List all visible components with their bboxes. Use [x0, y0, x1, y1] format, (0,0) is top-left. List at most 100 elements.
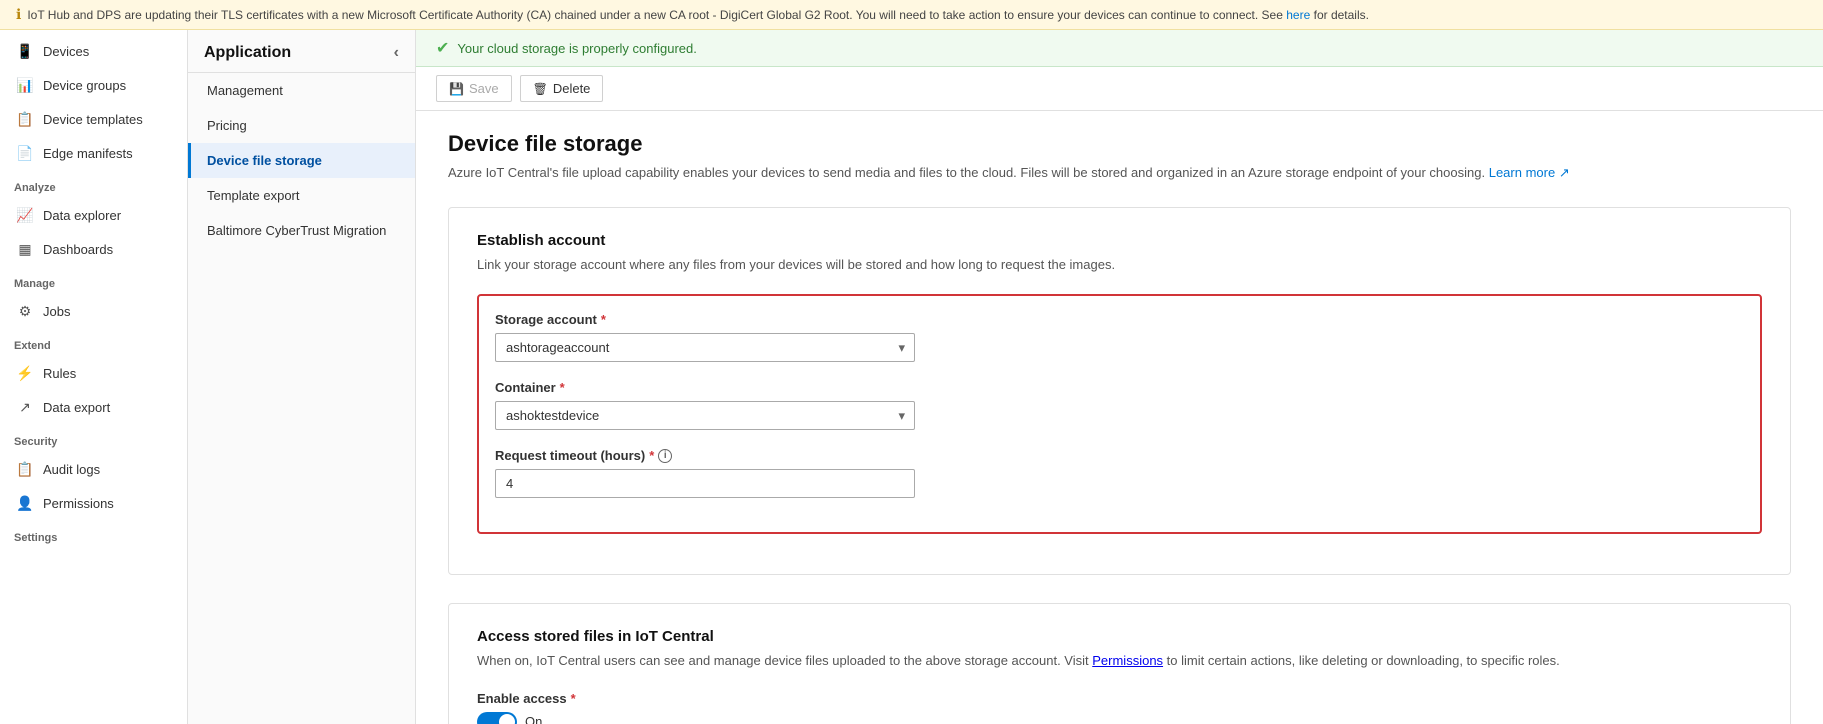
delete-button[interactable]: 🗑 Delete	[520, 75, 604, 102]
success-message: Your cloud storage is properly configure…	[457, 41, 696, 56]
storage-account-field: Storage account * ashtorageaccount	[495, 312, 1744, 362]
template-export-label: Template export	[207, 188, 300, 203]
container-required: *	[560, 380, 565, 395]
data-explorer-icon: 📈	[17, 207, 33, 223]
sidebar-label-permissions: Permissions	[43, 496, 114, 511]
device-file-storage-label: Device file storage	[207, 153, 322, 168]
container-select[interactable]: ashoktestdevice	[495, 401, 915, 430]
dashboards-icon: ▦	[17, 241, 33, 257]
storage-account-select-wrapper: ashtorageaccount	[495, 333, 915, 362]
permissions-icon: 👤	[17, 495, 33, 511]
device-templates-icon: 📋	[17, 111, 33, 127]
analyze-section-label: Analyze	[0, 170, 187, 198]
settings-section-label: Settings	[0, 520, 187, 548]
access-stored-files-card: Access stored files in IoT Central When …	[448, 603, 1791, 724]
request-timeout-info-icon[interactable]: i	[658, 449, 672, 463]
enable-access-label: Enable access *	[477, 691, 1762, 706]
top-banner: ℹ IoT Hub and DPS are updating their TLS…	[0, 0, 1823, 30]
access-stored-files-title: Access stored files in IoT Central	[477, 628, 1762, 645]
container-select-wrapper: ashoktestdevice	[495, 401, 915, 430]
main-layout: 📱 Devices 📊 Device groups 📋 Device templ…	[0, 30, 1823, 724]
sidebar-item-permissions[interactable]: 👤 Permissions	[0, 486, 187, 520]
enable-access-required: *	[571, 691, 576, 706]
establish-account-card: Establish account Link your storage acco…	[448, 207, 1791, 576]
sidebar-item-rules[interactable]: ⚡ Rules	[0, 356, 187, 390]
container-field: Container * ashoktestdevice	[495, 380, 1744, 430]
audit-logs-icon: 📋	[17, 461, 33, 477]
sidebar-label-devices: Devices	[43, 44, 89, 59]
manage-section-label: Manage	[0, 266, 187, 294]
page-description: Azure IoT Central's file upload capabili…	[448, 163, 1791, 183]
app-panel-item-management[interactable]: Management	[188, 73, 415, 108]
sidebar-item-edge-manifests[interactable]: 📄 Edge manifests	[0, 136, 187, 170]
request-timeout-input[interactable]	[495, 469, 915, 498]
save-label: Save	[469, 81, 499, 96]
access-stored-files-desc: When on, IoT Central users can see and m…	[477, 651, 1762, 671]
permissions-link[interactable]: Permissions	[1092, 653, 1163, 668]
toggle-wrapper: On	[477, 712, 1762, 724]
device-groups-icon: 📊	[17, 77, 33, 93]
rules-icon: ⚡	[17, 365, 33, 381]
sidebar-label-dashboards: Dashboards	[43, 242, 113, 257]
sidebar-item-data-explorer[interactable]: 📈 Data explorer	[0, 198, 187, 232]
management-label: Management	[207, 83, 283, 98]
sidebar-item-device-templates[interactable]: 📋 Device templates	[0, 102, 187, 136]
save-button[interactable]: 💾 Save	[436, 75, 512, 102]
sidebar-item-jobs[interactable]: ⚙ Jobs	[0, 294, 187, 328]
jobs-icon: ⚙	[17, 303, 33, 319]
request-timeout-label: Request timeout (hours) * i	[495, 448, 1744, 463]
storage-account-required: *	[601, 312, 606, 327]
data-export-icon: ↗	[17, 399, 33, 415]
info-circle-icon: ℹ	[16, 6, 21, 23]
enable-access-toggle[interactable]	[477, 712, 517, 724]
sidebar-label-data-export: Data export	[43, 400, 110, 415]
sidebar-label-device-groups: Device groups	[43, 78, 126, 93]
sidebar-item-device-groups[interactable]: 📊 Device groups	[0, 68, 187, 102]
extend-section-label: Extend	[0, 328, 187, 356]
fields-highlight-box: Storage account * ashtorageaccount Conta	[477, 294, 1762, 534]
sidebar-label-audit-logs: Audit logs	[43, 462, 100, 477]
app-panel-header: Application ‹	[188, 30, 415, 73]
delete-icon: 🗑	[533, 82, 548, 96]
success-bar: ✔ Your cloud storage is properly configu…	[416, 30, 1823, 67]
toggle-state-label: On	[525, 714, 542, 724]
sidebar-label-device-templates: Device templates	[43, 112, 143, 127]
baltimore-label: Baltimore CyberTrust Migration	[207, 223, 386, 238]
devices-icon: 📱	[17, 43, 33, 59]
app-panel-item-device-file-storage[interactable]: Device file storage	[188, 143, 415, 178]
app-panel-title: Application	[204, 44, 291, 62]
success-icon: ✔	[436, 38, 449, 58]
page-body: Device file storage Azure IoT Central's …	[416, 111, 1823, 724]
learn-more-link[interactable]: Learn more ↗	[1489, 165, 1570, 180]
delete-label: Delete	[553, 81, 591, 96]
banner-text: IoT Hub and DPS are updating their TLS c…	[27, 8, 1369, 22]
storage-account-select[interactable]: ashtorageaccount	[495, 333, 915, 362]
request-timeout-required: *	[649, 448, 654, 463]
app-panel-item-template-export[interactable]: Template export	[188, 178, 415, 213]
save-icon: 💾	[449, 82, 464, 96]
collapse-button[interactable]: ‹	[394, 44, 399, 62]
establish-account-title: Establish account	[477, 232, 1762, 249]
pricing-label: Pricing	[207, 118, 247, 133]
sidebar-item-devices[interactable]: 📱 Devices	[0, 34, 187, 68]
app-panel: Application ‹ Management Pricing Device …	[188, 30, 416, 724]
container-label: Container *	[495, 380, 1744, 395]
sidebar-item-data-export[interactable]: ↗ Data export	[0, 390, 187, 424]
sidebar-item-audit-logs[interactable]: 📋 Audit logs	[0, 452, 187, 486]
security-section-label: Security	[0, 424, 187, 452]
sidebar: 📱 Devices 📊 Device groups 📋 Device templ…	[0, 30, 188, 724]
sidebar-label-jobs: Jobs	[43, 304, 70, 319]
establish-account-desc: Link your storage account where any file…	[477, 255, 1762, 275]
page-title: Device file storage	[448, 131, 1791, 157]
main-content: ✔ Your cloud storage is properly configu…	[416, 30, 1823, 724]
toolbar: 💾 Save 🗑 Delete	[416, 67, 1823, 111]
sidebar-label-edge-manifests: Edge manifests	[43, 146, 133, 161]
request-timeout-field: Request timeout (hours) * i	[495, 448, 1744, 498]
sidebar-label-rules: Rules	[43, 366, 76, 381]
banner-link[interactable]: here	[1286, 8, 1310, 22]
sidebar-item-dashboards[interactable]: ▦ Dashboards	[0, 232, 187, 266]
sidebar-label-data-explorer: Data explorer	[43, 208, 121, 223]
app-panel-item-pricing[interactable]: Pricing	[188, 108, 415, 143]
edge-manifests-icon: 📄	[17, 145, 33, 161]
app-panel-item-baltimore[interactable]: Baltimore CyberTrust Migration	[188, 213, 415, 248]
